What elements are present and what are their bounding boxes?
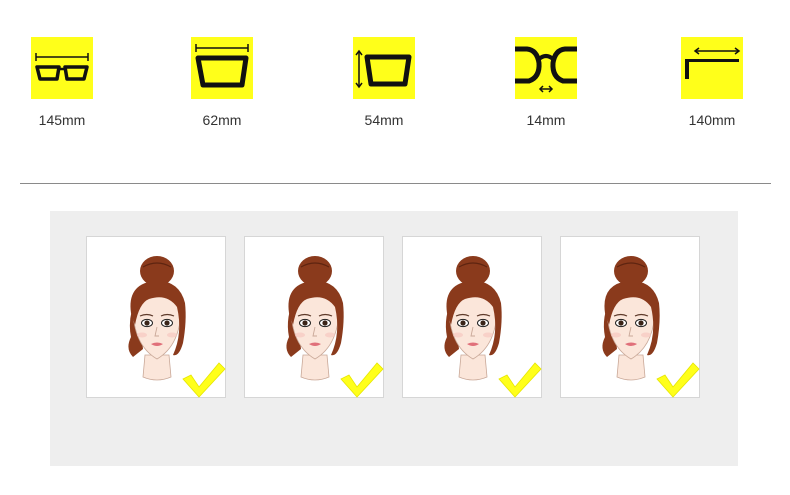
total-width-icon bbox=[31, 37, 93, 99]
face-card bbox=[402, 236, 542, 398]
checkmark-icon bbox=[340, 362, 384, 398]
measure-value: 14mm bbox=[526, 112, 566, 128]
lens-width-icon bbox=[191, 37, 253, 99]
checkmark-icon bbox=[656, 362, 700, 398]
measure-temple-length: 140mm bbox=[657, 37, 767, 128]
measure-value: 54mm bbox=[364, 112, 404, 128]
face-illustration bbox=[602, 256, 700, 398]
section-divider bbox=[20, 183, 771, 184]
bridge-width-icon bbox=[515, 37, 577, 99]
face-shape-panel bbox=[50, 211, 738, 466]
lens-height-icon bbox=[353, 37, 415, 99]
measure-total-width: 145mm bbox=[7, 37, 117, 128]
checkmark-icon bbox=[498, 362, 542, 398]
face-card bbox=[86, 236, 226, 398]
temple-length-icon bbox=[681, 37, 743, 99]
face-illustration bbox=[128, 256, 226, 398]
measure-value: 62mm bbox=[202, 112, 242, 128]
face-illustration bbox=[286, 256, 384, 398]
measure-lens-width: 62mm bbox=[167, 37, 277, 128]
measure-lens-height: 54mm bbox=[329, 37, 439, 128]
face-card bbox=[244, 236, 384, 398]
measure-value: 145mm bbox=[38, 112, 86, 128]
face-illustration bbox=[444, 256, 542, 398]
measure-bridge-width: 14mm bbox=[491, 37, 601, 128]
face-card bbox=[560, 236, 700, 398]
measure-value: 140mm bbox=[688, 112, 736, 128]
checkmark-icon bbox=[182, 362, 226, 398]
